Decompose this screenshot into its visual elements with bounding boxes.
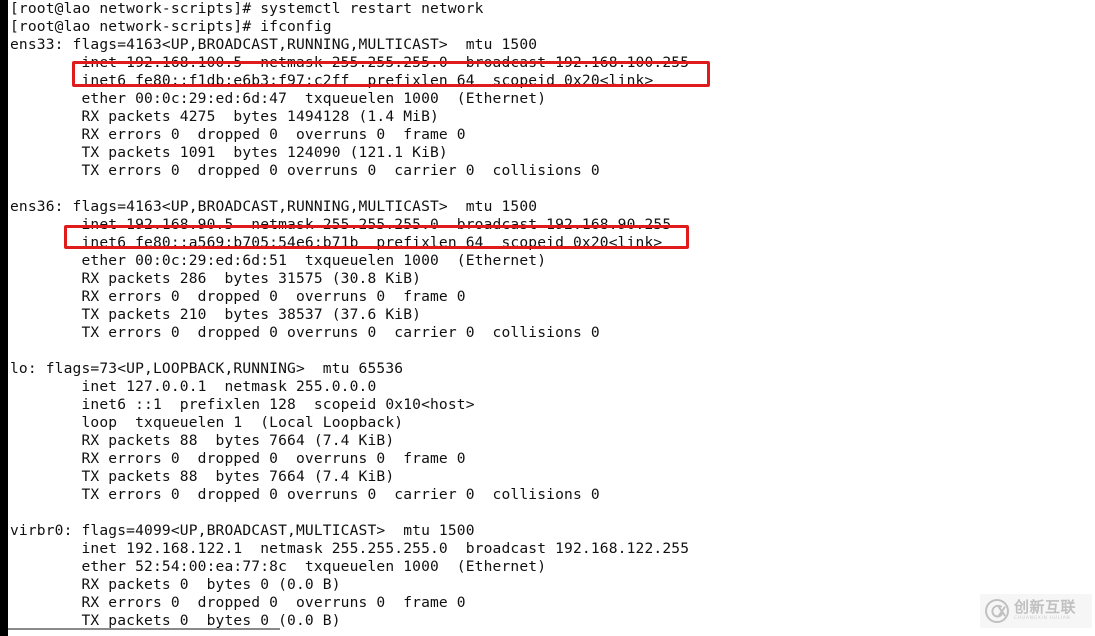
watermark: 创新互联 CHUANGXIN HULIAN: [980, 594, 1092, 628]
ens33-tx-errors-line: TX errors 0 dropped 0 overruns 0 carrier…: [10, 162, 600, 179]
ens36-inet6-line: inet6 fe80::a569:b705:54e6:b71b prefixle…: [10, 234, 663, 251]
virbr0-ether-line: ether 52:54:00:ea:77:8c txqueuelen 1000 …: [10, 558, 547, 575]
lo-inet-line: inet 127.0.0.1 netmask 255.0.0.0: [10, 378, 377, 395]
ens33-inet-line: inet 192.168.100.5 netmask 255.255.255.0…: [10, 54, 690, 71]
lo-loop-line: loop txqueuelen 1 (Local Loopback): [10, 414, 404, 431]
virbr0-rx-errors-line: RX errors 0 dropped 0 overruns 0 frame 0: [10, 594, 466, 611]
lo-tx-packets-line: TX packets 88 bytes 7664 (7.4 KiB): [10, 468, 395, 485]
lo-inet6-line: inet6 ::1 prefixlen 128 scopeid 0x10<hos…: [10, 396, 475, 413]
watermark-title: 创新互联: [1014, 598, 1077, 617]
ens33-rx-errors-line: RX errors 0 dropped 0 overruns 0 frame 0: [10, 126, 466, 143]
terminal-line: [root@lao network-scripts]# systemctl re…: [10, 0, 484, 17]
interface-header-ens36: ens36: flags=4163<UP,BROADCAST,RUNNING,M…: [10, 198, 538, 215]
ens33-ether-line: ether 00:0c:29:ed:6d:47 txqueuelen 1000 …: [10, 90, 547, 107]
ens33-inet6-line: inet6 fe80::f1db:e6b3:f97:c2ff prefixlen…: [10, 72, 654, 89]
ens36-ether-line: ether 00:0c:29:ed:6d:51 txqueuelen 1000 …: [10, 252, 547, 269]
watermark-subtitle: CHUANGXIN HULIAN: [1014, 616, 1071, 622]
interface-header-ens33: ens33: flags=4163<UP,BROADCAST,RUNNING,M…: [10, 36, 538, 53]
ens36-tx-errors-line: TX errors 0 dropped 0 overruns 0 carrier…: [10, 324, 600, 341]
interface-header-lo: lo: flags=73<UP,LOOPBACK,RUNNING> mtu 65…: [10, 360, 404, 377]
virbr0-inet-line: inet 192.168.122.1 netmask 255.255.255.0…: [10, 540, 690, 557]
capture-edge-rule: [8, 628, 280, 630]
lo-tx-errors-line: TX errors 0 dropped 0 overruns 0 carrier…: [10, 486, 600, 503]
watermark-text: 创新互联 CHUANGXIN HULIAN: [1014, 600, 1076, 622]
lo-rx-errors-line: RX errors 0 dropped 0 overruns 0 frame 0: [10, 450, 466, 467]
ens33-tx-packets-line: TX packets 1091 bytes 124090 (121.1 KiB): [10, 144, 448, 161]
terminal-output-pane[interactable]: [root@lao network-scripts]# systemctl re…: [8, 0, 1095, 636]
lo-rx-packets-line: RX packets 88 bytes 7664 (7.4 KiB): [10, 432, 395, 449]
terminal-screenshot: [root@lao network-scripts]# systemctl re…: [0, 0, 1095, 636]
terminal-line: [root@lao network-scripts]# ifconfig: [10, 18, 332, 35]
ens36-rx-packets-line: RX packets 286 bytes 31575 (30.8 KiB): [10, 270, 422, 287]
virbr0-rx-packets-line: RX packets 0 bytes 0 (0.0 B): [10, 576, 341, 593]
watermark-logo-icon: [985, 599, 1009, 623]
ens33-rx-packets-line: RX packets 4275 bytes 1494128 (1.4 MiB): [10, 108, 439, 125]
ens36-rx-errors-line: RX errors 0 dropped 0 overruns 0 frame 0: [10, 288, 466, 305]
ens36-tx-packets-line: TX packets 210 bytes 38537 (37.6 KiB): [10, 306, 422, 323]
terminal-left-gutter: [0, 0, 8, 636]
interface-header-virbr0: virbr0: flags=4099<UP,BROADCAST,MULTICAS…: [10, 522, 475, 539]
ens36-inet-line: inet 192.168.90.5 netmask 255.255.255.0 …: [10, 216, 672, 233]
